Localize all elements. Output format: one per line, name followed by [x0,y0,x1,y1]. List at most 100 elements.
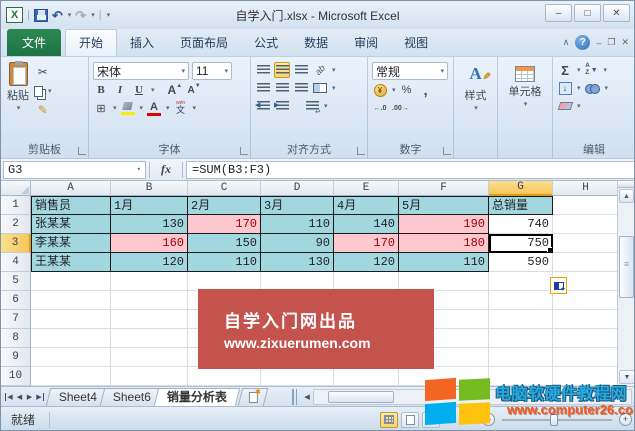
fill-color-dropdown[interactable]: ▾ [140,104,144,112]
sort-filter-button[interactable]: AZ▼ [584,62,600,78]
row-header-1[interactable]: 1 [1,196,31,215]
cell-B8[interactable] [111,329,188,348]
collapse-ribbon-icon[interactable]: ∧ [563,37,570,48]
phonetic-dropdown[interactable]: ▾ [193,104,197,112]
align-top-button[interactable] [255,62,271,78]
tab-view[interactable]: 视图 [391,30,441,56]
insert-worksheet-button[interactable] [238,388,268,406]
scroll-up-arrow[interactable]: ▲ [619,189,634,203]
tab-data[interactable]: 数据 [291,30,341,56]
cell-E4[interactable]: 120 [334,253,399,272]
column-header-F[interactable]: F [399,181,489,196]
fill-dropdown[interactable]: ▾ [577,84,581,92]
tab-insert[interactable]: 插入 [117,30,167,56]
cell-H8[interactable] [553,329,619,348]
cell-G6[interactable] [489,291,553,310]
cell-G8[interactable] [489,329,553,348]
clipboard-dialog-launcher[interactable] [78,147,86,155]
cell-F1[interactable]: 5月 [399,196,489,215]
font-size-combo[interactable]: 11▾ [192,62,232,80]
align-bottom-button[interactable] [293,62,309,78]
row-header-5[interactable]: 5 [1,272,31,291]
cell-A10[interactable] [31,367,111,386]
name-box[interactable]: G3▾ [3,161,146,179]
cell-G3[interactable]: 750 [489,234,553,253]
cell-E10[interactable] [334,367,399,386]
help-icon[interactable]: ? [575,35,590,50]
column-header-H[interactable]: H [553,181,619,196]
cell-B7[interactable] [111,310,188,329]
increase-indent-button[interactable]: ▶ [274,98,290,114]
insert-function-button[interactable]: fx [153,162,179,177]
copy-button[interactable]: ▾ [33,83,53,99]
tab-formulas[interactable]: 公式 [241,30,291,56]
cell-B1[interactable]: 1月 [111,196,188,215]
borders-button[interactable]: ⊞ [93,100,109,116]
accounting-format-button[interactable]: ¥ [372,82,388,98]
cell-G4[interactable]: 590 [489,253,553,272]
sort-dropdown[interactable]: ▾ [604,66,608,74]
increase-decimal-button[interactable]: ←.0 [372,100,388,116]
workbook-restore-icon[interactable]: ❐ [607,37,615,48]
cell-C10[interactable] [188,367,261,386]
clear-button[interactable] [557,98,573,114]
cell-A6[interactable] [31,291,111,310]
vertical-scroll-thumb[interactable] [619,236,634,298]
cell-H7[interactable] [553,310,619,329]
formula-input[interactable]: =SUM(B3:F3) [186,161,634,179]
align-right-button[interactable] [293,80,309,96]
autofill-options-button[interactable]: + [550,277,567,294]
cell-H3[interactable] [553,234,619,253]
cell-A9[interactable] [31,348,111,367]
row-header-10[interactable]: 10 [1,367,31,386]
cell-A5[interactable] [31,272,111,291]
cell-A1[interactable]: 销售员 [31,196,111,215]
align-left-button[interactable] [255,80,271,96]
cell-C2[interactable]: 170 [188,215,261,234]
shrink-font-button[interactable]: A▼ [186,82,202,98]
font-dialog-launcher[interactable] [240,147,248,155]
cell-B2[interactable]: 130 [111,215,188,234]
row-header-2[interactable]: 2 [1,215,31,234]
row-header-3[interactable]: 3 [1,234,31,253]
number-dialog-launcher[interactable] [443,147,451,155]
cell-D2[interactable]: 110 [261,215,334,234]
cell-D3[interactable]: 90 [261,234,334,253]
row-header-9[interactable]: 9 [1,348,31,367]
cell-H2[interactable] [553,215,619,234]
row-header-6[interactable]: 6 [1,291,31,310]
number-format-combo[interactable]: 常规▾ [372,62,448,80]
cell-A2[interactable]: 张某某 [31,215,111,234]
cell-G5[interactable] [489,272,553,291]
column-header-C[interactable]: C [188,181,261,196]
align-middle-button[interactable] [274,62,290,78]
wrap-dropdown[interactable]: ▾ [324,102,328,110]
next-sheet-icon[interactable]: ▶ [25,393,34,401]
cell-H9[interactable] [553,348,619,367]
first-sheet-icon[interactable]: ◀ [5,393,14,401]
cells-dropdown[interactable]: ▾ [524,100,528,108]
format-painter-button[interactable]: ✎ [33,102,53,118]
tab-page-layout[interactable]: 页面布局 [167,30,241,56]
close-button[interactable]: ✕ [603,4,630,22]
font-color-button[interactable]: A [146,100,162,116]
horizontal-scroll-thumb[interactable] [328,391,394,403]
font-color-dropdown[interactable]: ▾ [166,104,170,112]
cells-button[interactable]: 单元格 ▾ [500,60,550,110]
cell-F4[interactable]: 110 [399,253,489,272]
row-header-7[interactable]: 7 [1,310,31,329]
tab-review[interactable]: 审阅 [341,30,391,56]
cell-E3[interactable]: 170 [334,234,399,253]
wrap-text-button[interactable]: ↵ [304,98,320,114]
styles-dropdown[interactable]: ▾ [474,104,478,112]
select-all-corner[interactable] [1,181,31,196]
orientation-dropdown[interactable]: ▾ [332,66,336,74]
column-header-G[interactable]: G [489,181,553,196]
tab-home[interactable]: 开始 [65,29,117,56]
decrease-indent-button[interactable]: ◀ [255,98,271,114]
maximize-button[interactable]: □ [574,4,601,22]
column-header-D[interactable]: D [261,181,334,196]
decrease-decimal-button[interactable]: .00→ [391,100,410,116]
cell-C4[interactable]: 110 [188,253,261,272]
cell-G2[interactable]: 740 [489,215,553,234]
